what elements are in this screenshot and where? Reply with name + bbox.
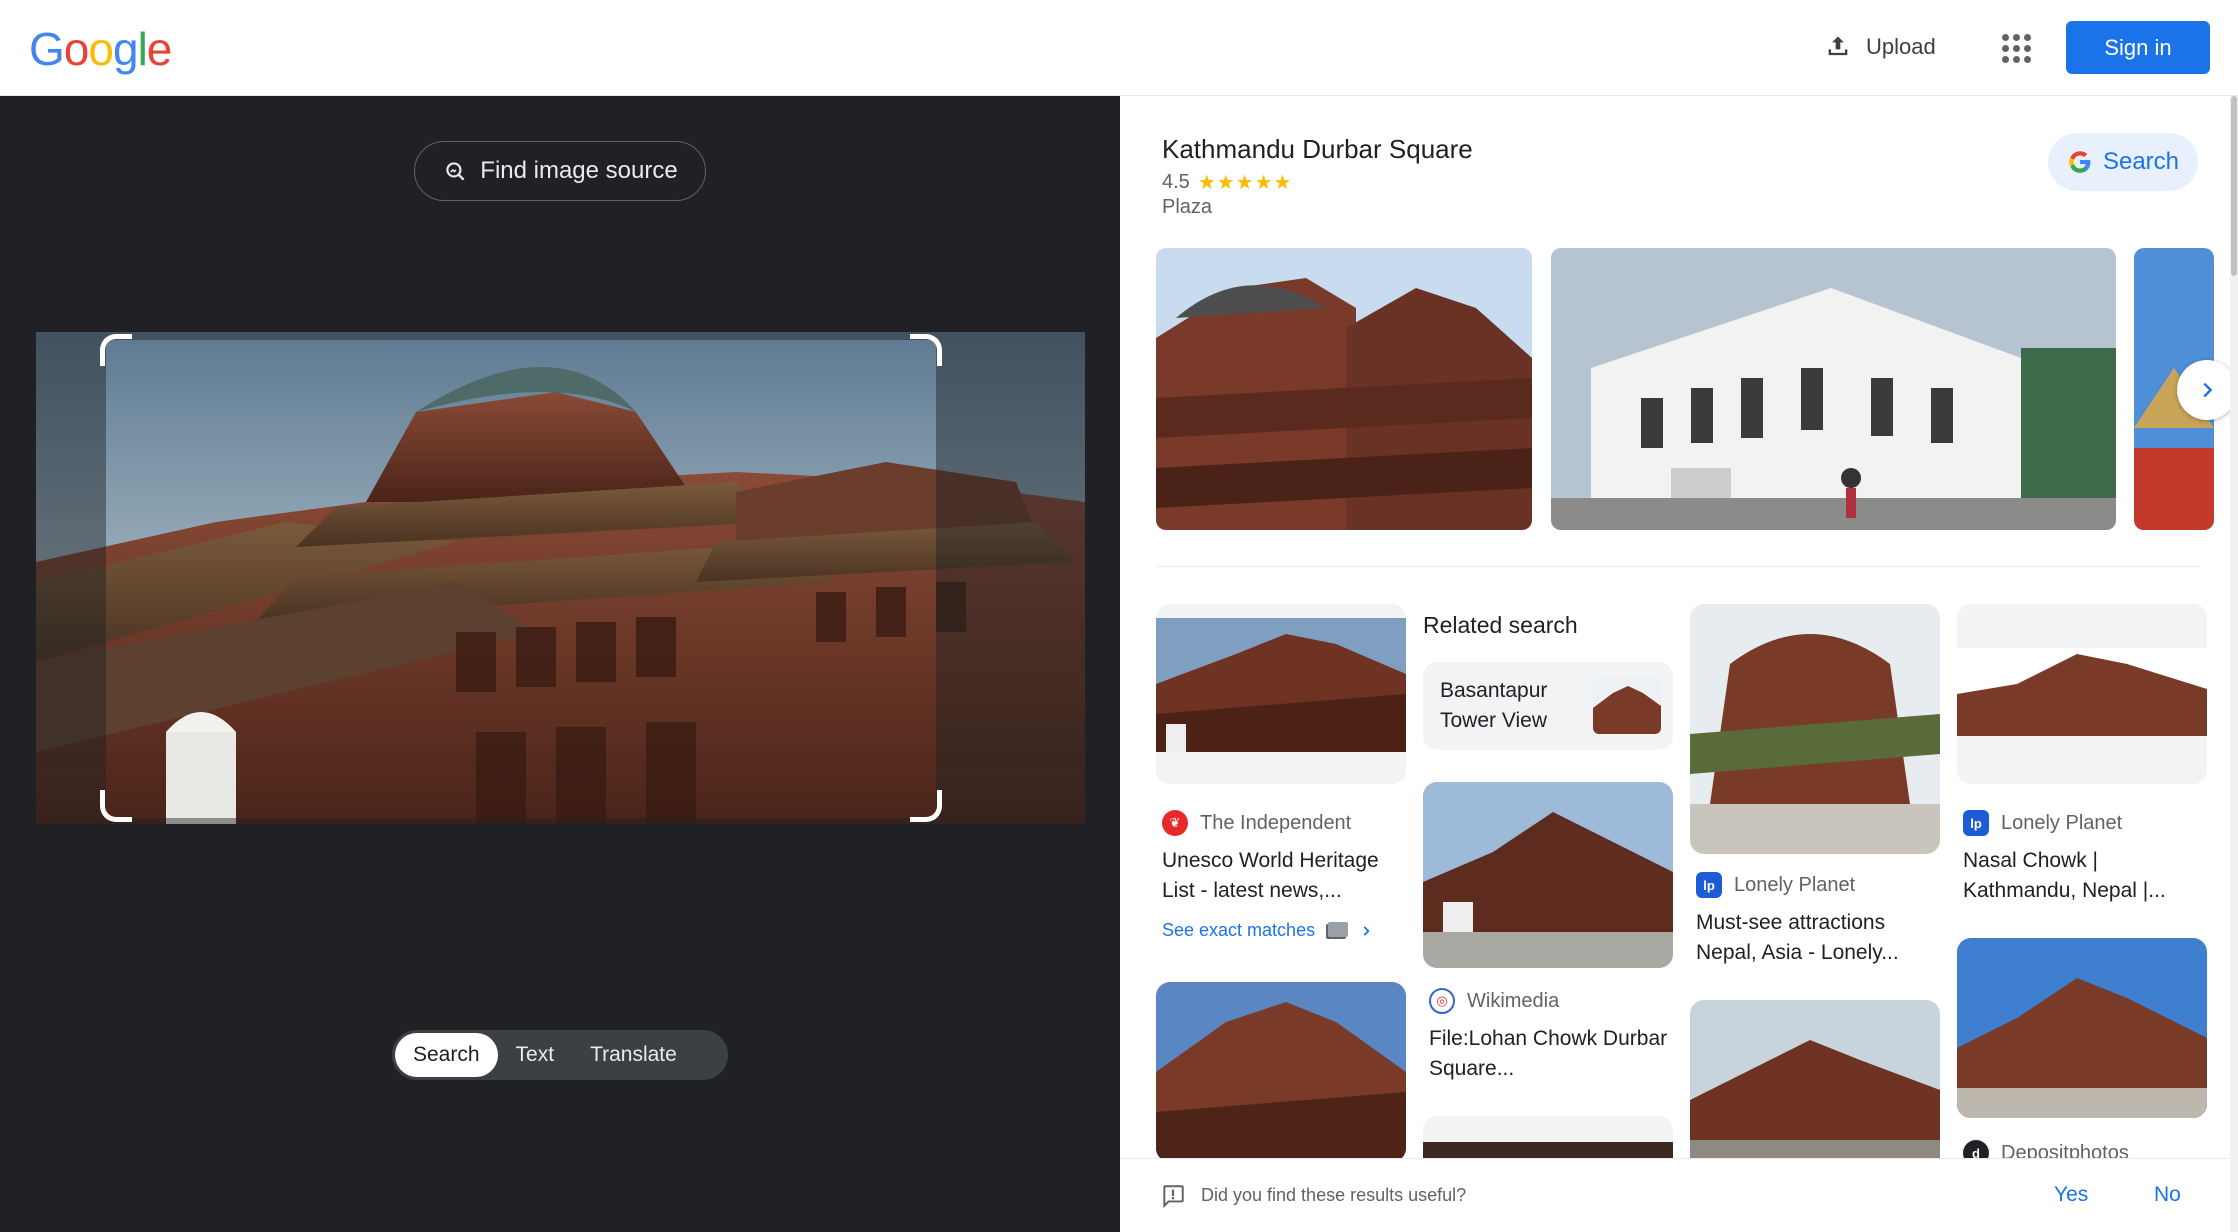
star-rating-icon: ★★★★★ (1197, 172, 1293, 194)
crop-mask (936, 332, 1085, 824)
chevron-right-icon (1363, 925, 1370, 936)
sign-in-button[interactable]: Sign in (2066, 21, 2210, 74)
feedback-no-button[interactable]: No (2154, 1183, 2181, 1207)
related-search-chip[interactable]: Basantapur Tower View (1423, 662, 1673, 750)
feedback-yes-button[interactable]: Yes (2054, 1183, 2088, 1207)
result-source: lp Lonely Planet (1696, 872, 1855, 898)
results-panel: Kathmandu Durbar Square 4.5 ★★★★★ Plaza … (1120, 96, 2238, 1232)
logo-letter: o (63, 23, 90, 75)
mode-search[interactable]: Search (395, 1033, 498, 1077)
result-title[interactable]: Nasal Chowk | Kathmandu, Nepal |... (1963, 846, 2203, 906)
crop-mask (106, 818, 936, 824)
feedback-question: Did you find these results useful? (1201, 1185, 1467, 1205)
source-name: Lonely Planet (1734, 873, 1856, 896)
google-search-button[interactable]: Search (2048, 133, 2198, 191)
logo-letter: G (29, 23, 65, 75)
query-image[interactable] (36, 332, 1085, 824)
logo-letter: o (88, 23, 114, 75)
rating-value: 4.5 (1162, 171, 1190, 193)
result-thumbnail[interactable] (1156, 604, 1406, 784)
scrollbar-thumb[interactable] (2231, 96, 2237, 276)
mode-translate[interactable]: Translate (572, 1033, 695, 1077)
source-name: The Independent (1200, 811, 1352, 834)
gallery-image[interactable] (1156, 248, 1532, 530)
related-search-label: Basantapur Tower View (1440, 679, 1548, 732)
image-search-icon (446, 162, 465, 181)
result-source: lp Lonely Planet (1963, 810, 2122, 836)
crop-mask (106, 332, 936, 340)
mode-text[interactable]: Text (498, 1033, 573, 1077)
google-g-icon (2069, 151, 2091, 173)
upload-button[interactable]: Upload (1806, 24, 1954, 70)
crop-handle-bottom-left[interactable] (100, 790, 132, 822)
result-title[interactable]: Must-see attractions Nepal, Asia - Lonel… (1696, 908, 1936, 968)
google-logo[interactable]: Google (29, 22, 173, 76)
result-thumbnail[interactable] (1156, 982, 1406, 1162)
result-thumbnail[interactable] (1957, 604, 2207, 784)
related-search-heading: Related search (1423, 612, 1578, 638)
chevron-right-icon (2203, 382, 2213, 398)
result-title[interactable]: File:Lohan Chowk Durbar Square... (1429, 1024, 1669, 1084)
result-thumbnail[interactable] (1957, 938, 2207, 1118)
source-name: Lonely Planet (2001, 811, 2123, 834)
gallery-image[interactable] (1551, 248, 2116, 530)
result-source: ❦ The Independent (1162, 810, 1351, 836)
image-stack-icon (1326, 921, 1349, 939)
lonely-planet-icon: lp (1696, 872, 1722, 898)
source-name: Wikimedia (1467, 989, 1560, 1012)
see-exact-matches-label: See exact matches (1162, 920, 1316, 940)
wikimedia-icon: ◎ (1429, 988, 1455, 1014)
google-search-label: Search (2102, 148, 2180, 175)
upload-icon (1828, 36, 1848, 56)
results-scrollbar[interactable] (2230, 96, 2238, 1232)
feedback-bar: Did you find these results useful? Yes N… (1120, 1158, 2238, 1232)
the-independent-icon: ❦ (1162, 810, 1188, 836)
lonely-planet-icon: lp (1963, 810, 1989, 836)
lens-mode-switcher: Search Text Translate (392, 1030, 728, 1080)
crop-mask (36, 332, 106, 824)
logo-letter: g (112, 23, 139, 75)
find-image-source-button[interactable]: Find image source (414, 141, 706, 201)
logo-letter: l (137, 23, 148, 75)
crop-handle-top-left[interactable] (100, 334, 132, 366)
result-thumbnail[interactable] (1423, 782, 1673, 968)
logo-letter: e (146, 23, 173, 75)
feedback-icon (1163, 1185, 1184, 1209)
top-bar: Google Upload Sign in (0, 0, 2238, 96)
see-exact-matches-link[interactable]: See exact matches (1162, 920, 1373, 941)
gallery-next-button[interactable] (2177, 360, 2237, 420)
place-type: Plaza (1162, 196, 1213, 218)
divider (1156, 566, 2200, 567)
result-thumbnail[interactable] (1690, 1000, 1940, 1180)
find-image-source-label: Find image source (480, 157, 678, 184)
place-rating: 4.5 ★★★★★ (1162, 170, 1292, 195)
place-title[interactable]: Kathmandu Durbar Square (1162, 134, 1473, 165)
crop-handle-top-right[interactable] (910, 334, 942, 366)
result-title[interactable]: Unesco World Heritage List - latest news… (1162, 846, 1402, 906)
apps-grid-icon[interactable] (1996, 28, 2036, 68)
result-thumbnail[interactable] (1690, 604, 1940, 854)
result-source: ◎ Wikimedia (1429, 988, 1559, 1014)
upload-label: Upload (1866, 34, 1936, 59)
related-search-thumbnail (1593, 678, 1661, 734)
crop-handle-bottom-right[interactable] (910, 790, 942, 822)
